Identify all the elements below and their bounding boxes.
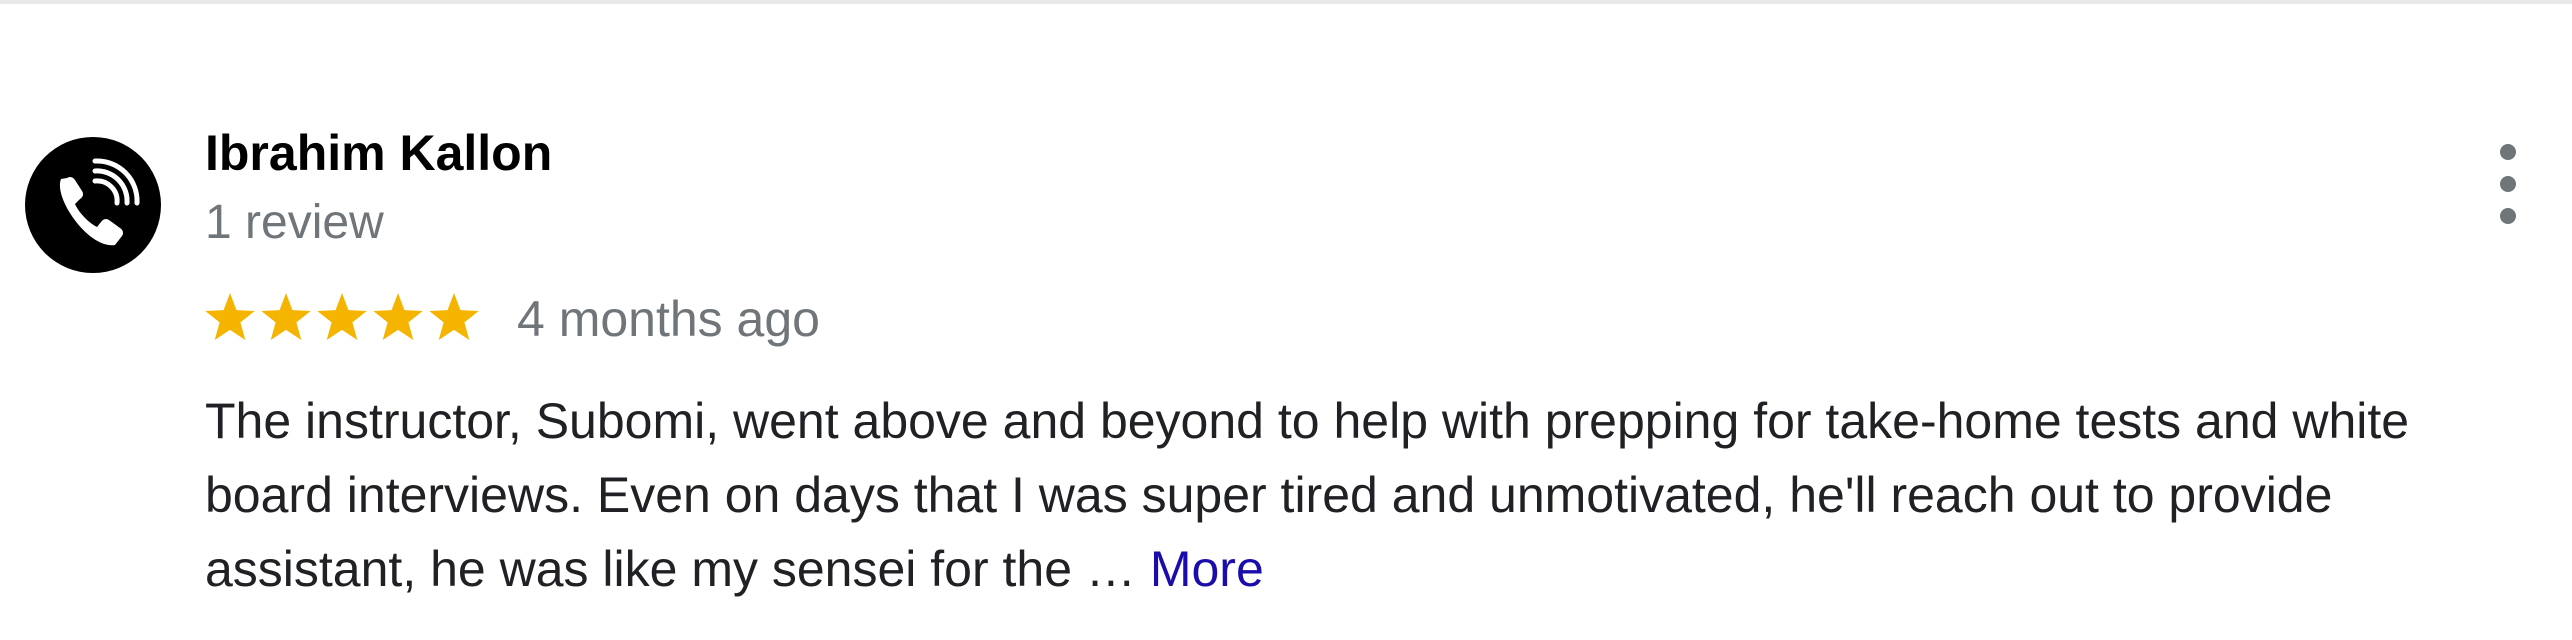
reviewer-review-count: 1 review: [205, 196, 384, 249]
star-icon: [317, 293, 367, 341]
review-card: Ibrahim Kallon 1 review 4 months ago The…: [0, 4, 2572, 640]
review-date: 4 months ago: [517, 291, 820, 347]
reviewer-name[interactable]: Ibrahim Kallon: [205, 122, 552, 184]
star-icon: [261, 293, 311, 341]
star-icon: [205, 293, 255, 341]
review-body: The instructor, Subomi, went above and b…: [205, 393, 2410, 597]
review-text: The instructor, Subomi, went above and b…: [205, 384, 2535, 606]
avatar[interactable]: [25, 137, 161, 273]
star-icon: [429, 293, 479, 341]
more-link[interactable]: More: [1150, 541, 1264, 597]
star-icon: [373, 293, 423, 341]
star-rating: [202, 290, 484, 348]
more-vertical-icon[interactable]: [2484, 144, 2532, 224]
phone-handset-icon: [59, 158, 140, 246]
